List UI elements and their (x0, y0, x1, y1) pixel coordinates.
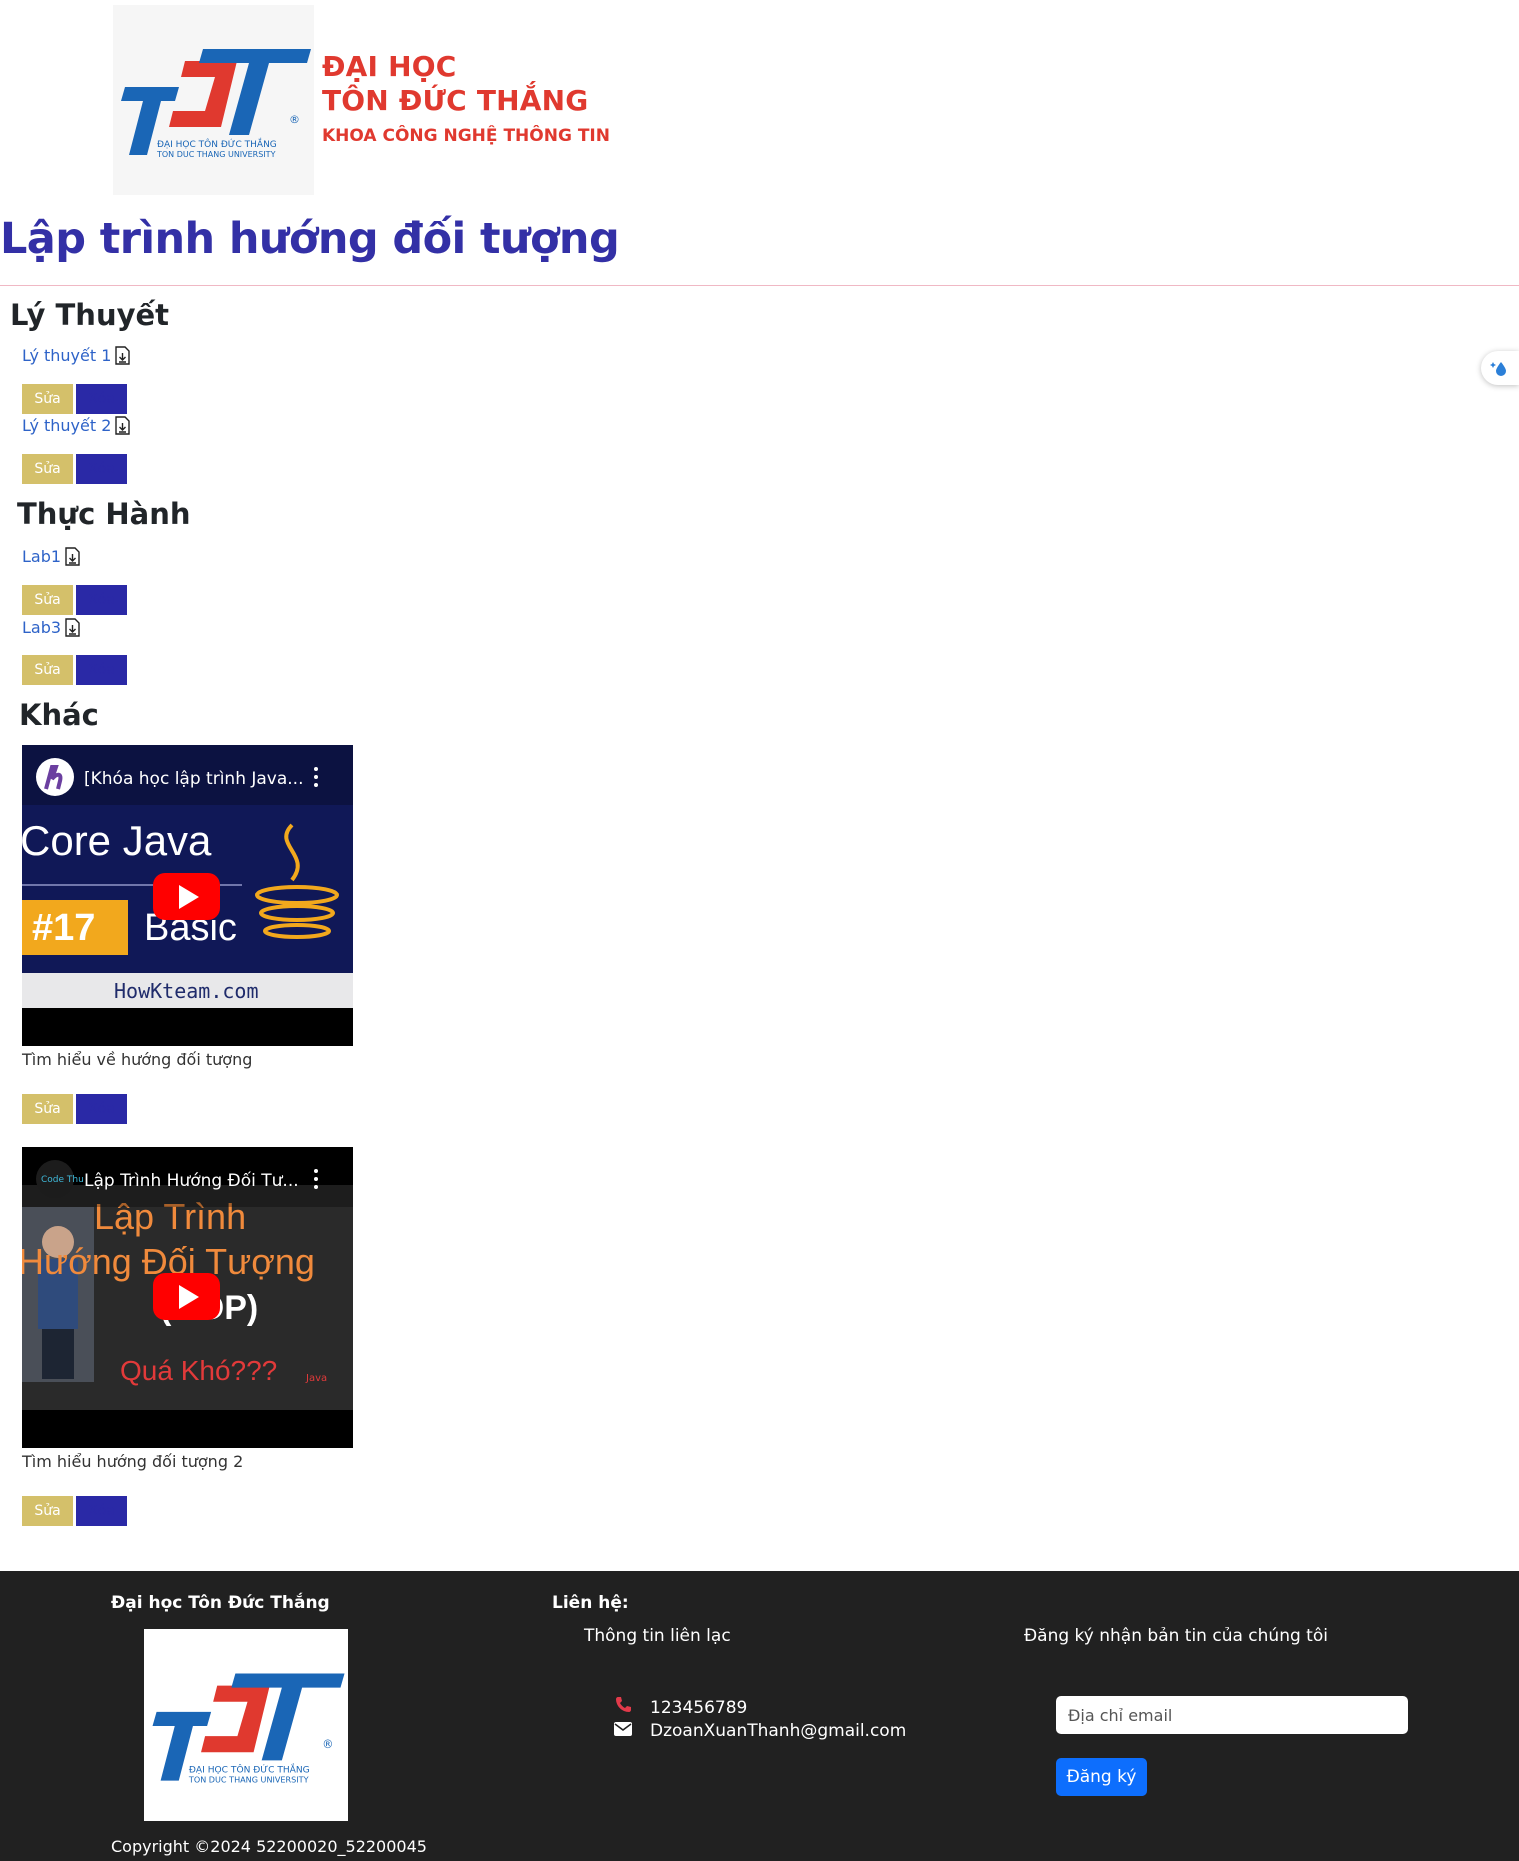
youtube-play-icon[interactable] (153, 1273, 220, 1320)
delete-button[interactable]: Xóa (76, 585, 127, 615)
footer-phone-text: 123456789 (650, 1697, 748, 1718)
edit-button[interactable]: Sửa (22, 384, 73, 414)
newsletter-email-input[interactable] (1056, 1696, 1408, 1734)
subscribe-button[interactable]: Đăng ký (1056, 1758, 1147, 1796)
sparkle-drop-icon (1490, 362, 1506, 376)
file-download-icon (65, 618, 80, 637)
delete-button[interactable]: Xóa (76, 454, 127, 484)
file-link-theory-1[interactable]: Lý thuyết 1 (22, 346, 131, 365)
delete-button[interactable]: Xóa (76, 1094, 127, 1124)
delete-button[interactable]: Xóa (76, 384, 127, 414)
thumb-text: HowKteam.com (114, 979, 259, 1003)
video-caption-1: Tìm hiểu về hướng đối tượng (22, 1050, 253, 1069)
svg-text:TON DUC THANG UNIVERSITY: TON DUC THANG UNIVERSITY (188, 1775, 309, 1785)
file-link-label: Lý thuyết 2 (22, 416, 112, 435)
tdt-logo-graphic: ® ĐẠI HỌC TÔN ĐỨC THẮNG TON DUC THANG UN… (152, 1673, 345, 1785)
footer-university-title: Đại học Tôn Đức Thắng (111, 1593, 330, 1613)
video-caption-2: Tìm hiểu hướng đối tượng 2 (22, 1452, 244, 1471)
footer-phone[interactable]: 123456789 (614, 1696, 747, 1719)
newsletter-title: Đăng ký nhận bản tin của chúng tôi (1024, 1626, 1328, 1646)
brand-line-1: ĐẠI HỌC (322, 50, 457, 83)
footer-email[interactable]: DzoanXuanThanh@gmail.com (614, 1721, 906, 1741)
site-footer: Đại học Tôn Đức Thắng ® ĐẠI HỌC TÔN ĐỨC … (0, 1571, 1519, 1861)
file-link-theory-2[interactable]: Lý thuyết 2 (22, 416, 131, 435)
edit-button[interactable]: Sửa (22, 454, 73, 484)
edit-button[interactable]: Sửa (22, 655, 73, 685)
thumb-text: Java (305, 1373, 327, 1384)
footer-email-text: DzoanXuanThanh@gmail.com (650, 1721, 907, 1741)
video-title[interactable]: Lập Trình Hướng Đối Tư... (84, 1170, 299, 1191)
footer-contact-title: Liên hệ: (552, 1593, 629, 1613)
floating-assistant-button[interactable] (1481, 351, 1519, 385)
video-title[interactable]: [Khóa học lập trình Java... (84, 769, 304, 789)
edit-button[interactable]: Sửa (22, 1094, 73, 1124)
svg-text:ĐẠI HỌC TÔN ĐỨC THẮNG: ĐẠI HỌC TÔN ĐỨC THẮNG (189, 1762, 310, 1775)
footer-contact-info: Thông tin liên lạc (584, 1626, 731, 1646)
thumb-text: #17 (32, 907, 95, 949)
svg-text:ĐẠI HỌC TÔN ĐỨC THẮNG: ĐẠI HỌC TÔN ĐỨC THẮNG (157, 137, 277, 150)
brand-block: ĐẠI HỌC TÔN ĐỨC THẮNG KHOA CÔNG NGHỆ THÔ… (322, 50, 610, 146)
file-link-label: Lab1 (22, 547, 62, 566)
header-divider (0, 285, 1519, 286)
brand-faculty: KHOA CÔNG NGHỆ THÔNG TIN (322, 126, 610, 146)
edit-button[interactable]: Sửa (22, 585, 73, 615)
envelope-icon (614, 1722, 632, 1736)
svg-text:®: ® (289, 113, 300, 126)
file-download-icon (115, 416, 131, 435)
svg-text:TON DUC THANG UNIVERSITY: TON DUC THANG UNIVERSITY (156, 150, 276, 159)
thumb-text: Core Java (22, 817, 212, 864)
page-title: Lập trình hướng đối tượng (0, 214, 620, 264)
section-title-other: Khác (19, 698, 99, 732)
tdt-logo-graphic: ® ĐẠI HỌC TÔN ĐỨC THẮNG TON DUC THANG UN… (121, 49, 311, 159)
delete-button[interactable]: Xóa (76, 655, 127, 685)
site-logo[interactable]: ® ĐẠI HỌC TÔN ĐỨC THẮNG TON DUC THANG UN… (113, 5, 314, 195)
footer-logo[interactable]: ® ĐẠI HỌC TÔN ĐỨC THẮNG TON DUC THANG UN… (144, 1629, 348, 1821)
file-download-icon (115, 346, 131, 365)
more-vertical-icon[interactable] (314, 767, 318, 787)
phone-icon (616, 1697, 631, 1712)
brand-line-2: TÔN ĐỨC THẮNG (322, 84, 589, 117)
file-link-lab3[interactable]: Lab3 (22, 618, 80, 637)
file-link-label: Lab3 (22, 618, 62, 637)
channel-badge: Code Thu (41, 1175, 84, 1185)
file-link-lab1[interactable]: Lab1 (22, 547, 80, 566)
youtube-play-icon[interactable] (153, 873, 220, 920)
file-link-label: Lý thuyết 1 (22, 346, 112, 365)
delete-button[interactable]: Xóa (76, 1496, 127, 1526)
copyright-text: Copyright ©2024 52200020_52200045 (111, 1837, 427, 1856)
section-title-theory: Lý Thuyết (10, 298, 170, 332)
edit-button[interactable]: Sửa (22, 1496, 73, 1526)
more-vertical-icon[interactable] (314, 1169, 318, 1189)
video-embed-1[interactable]: Core Java #17 Basic HowKteam.com [Khóa h… (22, 745, 353, 1046)
video-embed-2[interactable]: Lập Trình Hướng Đối Tượng (OOP) Quá Khó?… (22, 1147, 353, 1448)
section-title-practice: Thực Hành (17, 497, 191, 531)
file-download-icon (65, 547, 80, 566)
thumb-text: Quá Khó??? (120, 1355, 277, 1386)
svg-text:®: ® (322, 1738, 333, 1751)
